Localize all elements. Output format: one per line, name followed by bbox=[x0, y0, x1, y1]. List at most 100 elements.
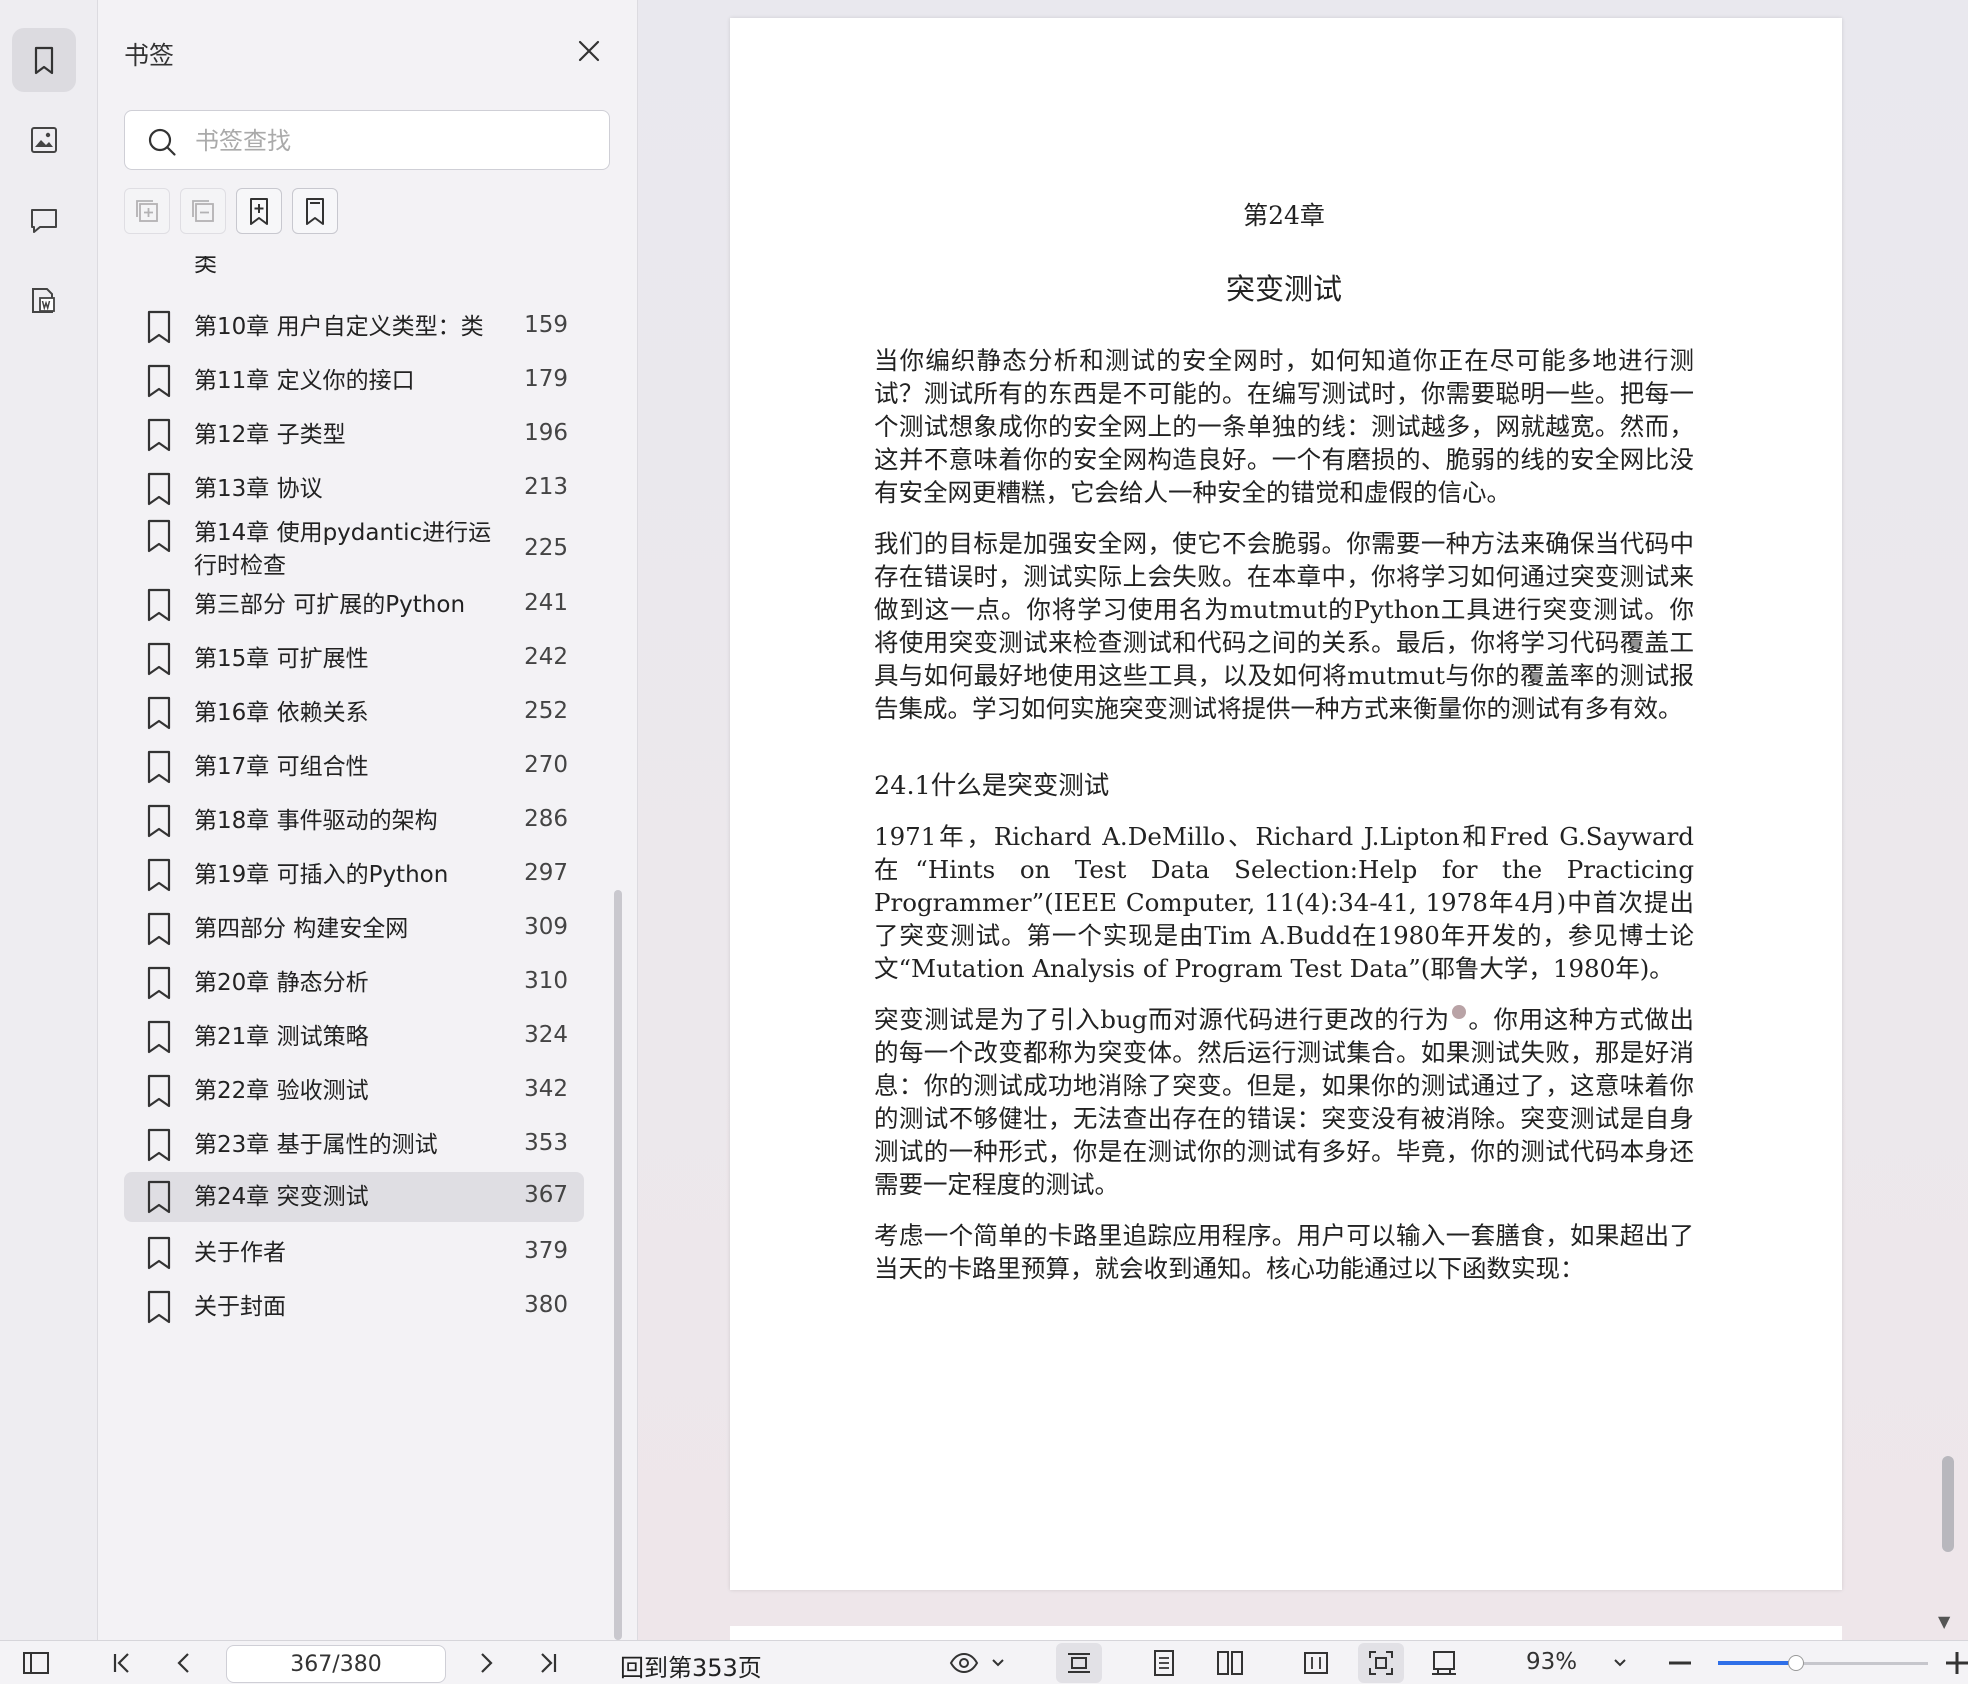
add-bookmark-button[interactable] bbox=[236, 188, 282, 234]
attachment-word-icon bbox=[32, 288, 55, 313]
bookmark-icon bbox=[147, 418, 171, 452]
bookmark-label: 第15章 可扩展性 bbox=[194, 645, 369, 672]
bookmark-label: 关于封面 bbox=[194, 1293, 286, 1320]
bookmark-item[interactable]: 第三部分 可扩展的Python 241 bbox=[124, 578, 584, 632]
bookmark-label: 关于作者 bbox=[194, 1239, 286, 1266]
bookmark-item[interactable]: 第21章 测试策略 324 bbox=[124, 1010, 584, 1064]
zoom-slider-fill bbox=[1718, 1661, 1796, 1665]
bookmark-item[interactable]: 第23章 基于属性的测试 353 bbox=[124, 1118, 584, 1172]
bookmark-icon bbox=[147, 1180, 171, 1214]
bookmark-icon bbox=[147, 1074, 171, 1108]
bookmark-item[interactable]: 第10章 用户自定义类型：类 159 bbox=[124, 300, 584, 354]
last-page-icon[interactable] bbox=[532, 1647, 564, 1679]
bookmark-page-number: 159 bbox=[524, 312, 568, 338]
bookmark-item[interactable]: 第18章 事件驱动的架构 286 bbox=[124, 794, 584, 848]
bookmark-item[interactable]: 第19章 可插入的Python 297 bbox=[124, 848, 584, 902]
back-to-page-link[interactable]: 回到第353页 bbox=[620, 1648, 762, 1683]
bookmark-item[interactable]: 第24章 突变测试 367 bbox=[124, 1172, 584, 1222]
bookmark-item[interactable]: 第22章 验收测试 342 bbox=[124, 1064, 584, 1118]
bookmark-icon bbox=[147, 364, 171, 398]
bookmark-item[interactable]: 第17章 可组合性 270 bbox=[124, 740, 584, 794]
rotate-page-icon[interactable] bbox=[1428, 1647, 1460, 1679]
bookmark-tool-button[interactable] bbox=[292, 188, 338, 234]
expand-all-button[interactable] bbox=[124, 188, 170, 234]
next-page-icon[interactable] bbox=[470, 1647, 502, 1679]
bookmark-page-number: 310 bbox=[524, 968, 568, 994]
bookmark-icon bbox=[147, 1128, 171, 1162]
bookmark-page-number: 242 bbox=[524, 644, 568, 670]
page-number-input[interactable] bbox=[226, 1645, 446, 1683]
previous-page-icon[interactable] bbox=[168, 1647, 200, 1679]
bookmark-page-number: 342 bbox=[524, 1076, 568, 1102]
zoom-slider-thumb[interactable] bbox=[1787, 1655, 1804, 1671]
panel-title: 书签 bbox=[124, 41, 175, 70]
fit-width-icon[interactable] bbox=[1300, 1647, 1332, 1679]
zoom-out-icon[interactable] bbox=[1664, 1647, 1696, 1679]
bottom-toolbar: 回到第353页 93% bbox=[0, 1640, 1968, 1684]
comment-icon bbox=[31, 209, 57, 233]
bookmark-page-number: 309 bbox=[524, 914, 568, 940]
bookmark-label: 第19章 可插入的Python bbox=[194, 861, 449, 888]
bookmark-list-scrollbar[interactable] bbox=[614, 890, 622, 1640]
document-scrollbar[interactable] bbox=[1942, 1456, 1954, 1552]
zoom-level[interactable]: 93% bbox=[1526, 1649, 1577, 1675]
bookmark-icon bbox=[147, 519, 171, 553]
bookmark-item[interactable]: 第四部分 构建安全网 309 bbox=[124, 902, 584, 956]
bookmark-label: 第三部分 可扩展的Python bbox=[194, 591, 466, 618]
bookmark-item[interactable]: 第16章 依赖关系 252 bbox=[124, 686, 584, 740]
bookmark-icon bbox=[147, 310, 171, 344]
bookmark-icon bbox=[147, 472, 171, 506]
bookmark-page-number: 270 bbox=[524, 752, 568, 778]
bookmark-label: 第22章 验收测试 bbox=[194, 1077, 369, 1104]
first-page-icon[interactable] bbox=[106, 1647, 138, 1679]
section-heading: 24.1什么是突变测试 bbox=[874, 771, 1110, 801]
scroll-down-arrow-icon[interactable]: ▼ bbox=[1938, 1612, 1950, 1631]
document-page: 第24章 突变测试 当你编织静态分析和测试的安全网时，如何知道你正在尽可能多地进… bbox=[730, 18, 1842, 1590]
paragraph-4: 突变测试是为了引入bug而对源代码进行更改的行为 。你用这种方式做出的每一个改变都… bbox=[874, 1003, 1694, 1201]
bookmark-item[interactable]: 第11章 定义你的接口 179 bbox=[124, 354, 584, 408]
paragraph-2: 我们的目标是加强安全网，使它不会脆弱。你需要一种方法来确保当代码中存在错误时，测… bbox=[874, 529, 1694, 723]
bookmark-search bbox=[124, 110, 610, 170]
zoom-in-icon[interactable] bbox=[1942, 1647, 1968, 1679]
bookmark-item[interactable]: 第15章 可扩展性 242 bbox=[124, 632, 584, 686]
bookmark-item[interactable]: 第20章 静态分析 310 bbox=[124, 956, 584, 1010]
bookmark-panel: 书签 类第10章 用户自定义类型：类 159 第11章 定义你的接口 179 第12章 … bbox=[98, 0, 638, 1640]
rail-bookmarks-button[interactable] bbox=[12, 28, 76, 92]
footnote-marker-icon[interactable] bbox=[1451, 1004, 1466, 1019]
close-icon[interactable] bbox=[574, 36, 604, 66]
chevron-down-icon[interactable] bbox=[988, 1647, 1008, 1679]
bookmark-item[interactable]: 关于作者 379 bbox=[124, 1226, 584, 1280]
bookmark-search-input[interactable] bbox=[195, 121, 595, 161]
expand-all-icon bbox=[136, 200, 158, 222]
collapse-all-icon bbox=[192, 200, 214, 222]
bookmark-icon bbox=[34, 46, 54, 75]
bookmark-label: 类 bbox=[194, 256, 217, 277]
bookmark-icon bbox=[147, 1290, 171, 1324]
bookmark-label: 第18章 事件驱动的架构 bbox=[194, 807, 438, 834]
continuous-scroll-icon[interactable] bbox=[1063, 1647, 1095, 1679]
bookmark-page-number: 324 bbox=[524, 1022, 568, 1048]
zoom-dropdown-chevron-icon[interactable] bbox=[1610, 1647, 1630, 1679]
bookmark-icon bbox=[147, 1236, 171, 1270]
bookmark-label: 第16章 依赖关系 bbox=[194, 699, 369, 726]
two-page-icon[interactable] bbox=[1214, 1647, 1246, 1679]
bookmark-item[interactable]: 第13章 协议 213 bbox=[124, 462, 584, 516]
collapse-all-button[interactable] bbox=[180, 188, 226, 234]
rail-comments-button[interactable] bbox=[12, 188, 76, 252]
paragraph-5: 考虑一个简单的卡路里追踪应用程序。用户可以输入一套膳食，如果超出了当天的卡路里预… bbox=[874, 1221, 1694, 1283]
fit-page-icon[interactable] bbox=[1365, 1647, 1397, 1679]
bookmark-label: 第11章 定义你的接口 bbox=[194, 367, 415, 394]
bookmark-item[interactable]: 第12章 子类型 196 bbox=[124, 408, 584, 462]
bookmark-item[interactable]: 类 bbox=[124, 256, 584, 288]
bookmark-page-number: 380 bbox=[524, 1292, 568, 1318]
eye-icon[interactable] bbox=[948, 1647, 980, 1679]
bookmark-item[interactable]: 关于封面 380 bbox=[124, 1280, 584, 1334]
sidebar-toggle-icon[interactable] bbox=[20, 1647, 52, 1679]
rail-attachments-button[interactable] bbox=[12, 268, 76, 332]
bookmark-label: 第14章 使用pydantic进行运行时检查 bbox=[194, 520, 492, 579]
single-page-icon[interactable] bbox=[1148, 1647, 1180, 1679]
bookmark-icon bbox=[147, 1020, 171, 1054]
rail-thumbnails-button[interactable] bbox=[12, 108, 76, 172]
bookmark-page-number: 353 bbox=[524, 1130, 568, 1156]
bookmark-icon bbox=[147, 966, 171, 1000]
